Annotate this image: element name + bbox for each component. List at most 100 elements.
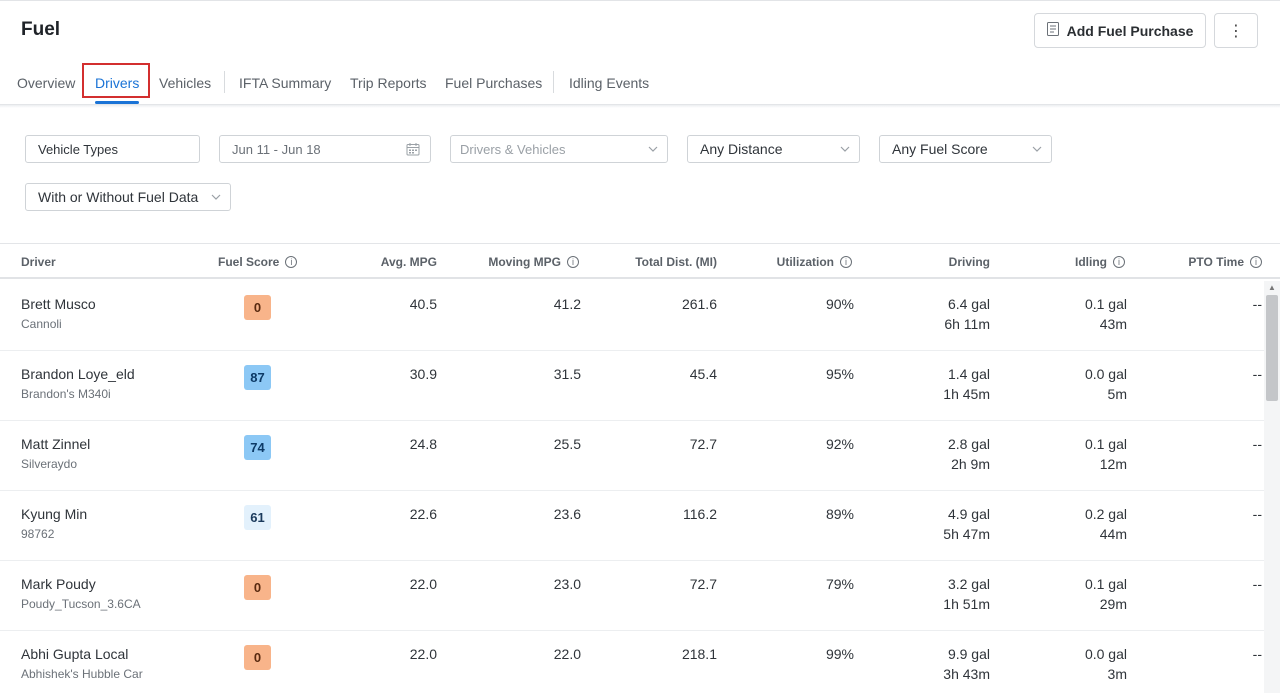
pto-time-value: -- — [1252, 366, 1262, 382]
table-row[interactable]: Abhi Gupta Local Abhishek's Hubble Car 0… — [0, 631, 1264, 693]
table-row[interactable]: Mark Poudy Poudy_Tucson_3.6CA 0 22.0 23.… — [0, 561, 1264, 631]
column-label: Avg. MPG — [380, 255, 437, 269]
driving-gal-value: 3.2 gal — [947, 576, 990, 592]
column-header-pto-time[interactable]: PTO Time i — [1188, 255, 1262, 269]
total-dist-value: 72.7 — [689, 576, 717, 592]
tab-ifta-summary[interactable]: IFTA Summary — [239, 75, 331, 91]
idling-time-value: 5m — [1107, 386, 1127, 402]
driver-name[interactable]: Brandon Loye_eld — [21, 366, 135, 382]
idling-gal-value: 0.0 gal — [1084, 366, 1127, 382]
fuel-score-select[interactable]: Any Fuel Score — [879, 135, 1052, 163]
pto-time-value: -- — [1252, 506, 1262, 522]
driving-time-value: 5h 47m — [943, 526, 990, 542]
table-header: Driver Fuel Score i Avg. MPG Moving MPG … — [0, 243, 1280, 279]
chevron-down-icon — [211, 190, 221, 207]
idling-time-value: 44m — [1099, 526, 1127, 542]
pto-time-value: -- — [1252, 576, 1262, 592]
more-options-button[interactable]: ⋮ — [1214, 13, 1258, 48]
avg-mpg-value: 30.9 — [409, 366, 437, 382]
distance-select[interactable]: Any Distance — [687, 135, 860, 163]
vehicle-types-filter[interactable]: Vehicle Types — [25, 135, 200, 163]
tab-drivers[interactable]: Drivers — [95, 75, 139, 91]
tab-idling-events[interactable]: Idling Events — [569, 75, 649, 91]
vehicle-name: Silveraydo — [21, 457, 78, 471]
vertical-scrollbar[interactable]: ▲ — [1264, 281, 1280, 693]
column-header-moving-mpg[interactable]: Moving MPG i — [488, 255, 579, 269]
scroll-thumb[interactable] — [1266, 295, 1278, 401]
date-range-picker[interactable]: Jun 11 - Jun 18 — [219, 135, 431, 163]
column-label: Fuel Score — [218, 255, 280, 269]
idling-gal-value: 0.0 gal — [1084, 646, 1127, 662]
fuel-score-badge: 0 — [244, 575, 271, 600]
info-icon[interactable]: i — [285, 256, 298, 268]
idling-time-value: 43m — [1099, 316, 1127, 332]
idling-gal-value: 0.2 gal — [1084, 506, 1127, 522]
moving-mpg-value: 25.5 — [553, 436, 581, 452]
moving-mpg-value: 41.2 — [553, 296, 581, 312]
tab-trip-reports[interactable]: Trip Reports — [350, 75, 427, 91]
vehicle-name: Abhishek's Hubble Car — [21, 667, 143, 681]
tabs-shadow — [0, 105, 1280, 108]
info-icon[interactable]: i — [567, 256, 579, 268]
drivers-vehicles-select[interactable]: Drivers & Vehicles — [450, 135, 668, 163]
column-header-total-dist[interactable]: Total Dist. (MI) — [635, 255, 717, 269]
total-dist-value: 72.7 — [689, 436, 717, 452]
scroll-up-arrow-icon[interactable]: ▲ — [1268, 283, 1276, 292]
info-icon[interactable]: i — [840, 256, 852, 268]
driving-gal-value: 6.4 gal — [947, 296, 990, 312]
add-fuel-purchase-button[interactable]: Add Fuel Purchase — [1034, 13, 1206, 48]
driving-gal-value: 4.9 gal — [947, 506, 990, 522]
table-row[interactable]: Brandon Loye_eld Brandon's M340i 87 30.9… — [0, 351, 1264, 421]
tab-divider — [553, 71, 554, 93]
column-header-driving[interactable]: Driving — [949, 255, 990, 269]
avg-mpg-value: 24.8 — [409, 436, 437, 452]
add-fuel-purchase-label: Add Fuel Purchase — [1066, 22, 1194, 39]
column-label: PTO Time — [1188, 255, 1244, 269]
distance-value: Any Distance — [700, 141, 783, 157]
column-header-fuel-score[interactable]: Fuel Score i — [218, 255, 298, 269]
info-icon[interactable]: i — [1113, 256, 1125, 268]
column-header-idling[interactable]: Idling i — [1075, 255, 1125, 269]
driver-name[interactable]: Kyung Min — [21, 506, 87, 522]
table-row[interactable]: Kyung Min 98762 61 22.6 23.6 116.2 89% 4… — [0, 491, 1264, 561]
tab-bar: Overview Drivers Vehicles IFTA Summary T… — [0, 63, 1280, 105]
column-header-avg-mpg[interactable]: Avg. MPG — [381, 255, 437, 269]
fuel-data-select[interactable]: With or Without Fuel Data — [25, 183, 231, 211]
column-label: Moving MPG — [488, 255, 561, 269]
more-vertical-icon: ⋮ — [1228, 22, 1244, 40]
total-dist-value: 261.6 — [681, 296, 717, 312]
driver-name[interactable]: Abhi Gupta Local — [21, 646, 128, 662]
driving-time-value: 1h 45m — [943, 386, 990, 402]
driving-gal-value: 2.8 gal — [947, 436, 990, 452]
column-header-driver[interactable]: Driver — [21, 255, 56, 269]
driving-gal-value: 9.9 gal — [947, 646, 990, 662]
fuel-score-value: Any Fuel Score — [892, 141, 988, 157]
idling-gal-value: 0.1 gal — [1084, 576, 1127, 592]
column-label: Total Dist. (MI) — [635, 255, 717, 269]
driver-name[interactable]: Mark Poudy — [21, 576, 96, 592]
tab-overview[interactable]: Overview — [17, 75, 75, 91]
calendar-icon — [406, 142, 420, 159]
idling-time-value: 12m — [1099, 456, 1127, 472]
driving-time-value: 2h 9m — [951, 456, 990, 472]
table-row[interactable]: Matt Zinnel Silveraydo 74 24.8 25.5 72.7… — [0, 421, 1264, 491]
utilization-value: 89% — [825, 506, 854, 522]
fuel-score-badge: 74 — [244, 435, 271, 460]
tab-fuel-purchases[interactable]: Fuel Purchases — [445, 75, 542, 91]
driver-name[interactable]: Matt Zinnel — [21, 436, 90, 452]
info-icon[interactable]: i — [1250, 256, 1262, 268]
fuel-data-value: With or Without Fuel Data — [38, 189, 199, 205]
column-label: Driving — [948, 255, 990, 269]
column-label: Driver — [21, 255, 56, 269]
column-header-utilization[interactable]: Utilization i — [777, 255, 852, 269]
avg-mpg-value: 22.6 — [409, 506, 437, 522]
driver-name[interactable]: Brett Musco — [21, 296, 96, 312]
avg-mpg-value: 22.0 — [409, 646, 437, 662]
vehicle-name: 98762 — [21, 527, 55, 541]
utilization-value: 90% — [825, 296, 854, 312]
table-row[interactable]: Brett Musco Cannoli 0 40.5 41.2 261.6 90… — [0, 281, 1264, 351]
tab-divider — [224, 71, 225, 93]
tab-vehicles[interactable]: Vehicles — [159, 75, 211, 91]
column-label: Utilization — [776, 255, 834, 269]
total-dist-value: 45.4 — [689, 366, 717, 382]
